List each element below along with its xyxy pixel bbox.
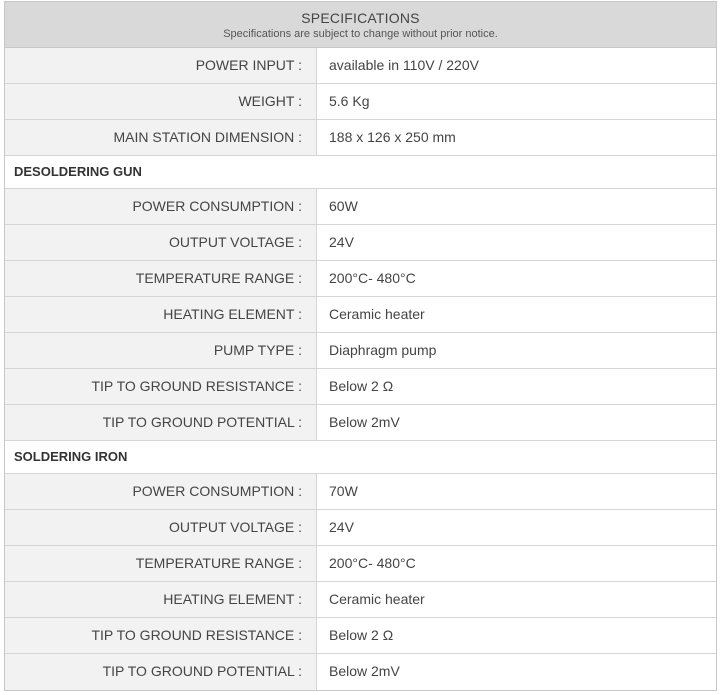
spec-value: 200°C- 480°C — [329, 555, 416, 571]
spec-value: 188 x 126 x 250 mm — [329, 129, 456, 145]
specifications-title: SPECIFICATIONS — [301, 10, 420, 26]
section-heading-soldering-iron: SOLDERING IRON — [5, 441, 716, 474]
spec-row-desoldering-pump-type: PUMP TYPE : Diaphragm pump — [5, 333, 716, 369]
spec-row-soldering-power-consumption: POWER CONSUMPTION : 70W — [5, 474, 716, 510]
spec-row-soldering-heating-element: HEATING ELEMENT : Ceramic heater — [5, 582, 716, 618]
spec-value: Ceramic heater — [329, 591, 425, 607]
spec-label: POWER CONSUMPTION : — [5, 474, 317, 509]
spec-value: 24V — [329, 234, 354, 250]
spec-value: 60W — [329, 198, 358, 214]
specifications-table: SPECIFICATIONS Specifications are subjec… — [4, 1, 717, 691]
spec-label: TIP TO GROUND POTENTIAL : — [5, 654, 317, 690]
spec-value: Below 2 Ω — [329, 627, 394, 643]
spec-label: OUTPUT VOLTAGE : — [5, 510, 317, 545]
spec-value: available in 110V / 220V — [329, 57, 479, 73]
spec-label: PUMP TYPE : — [5, 333, 317, 368]
spec-label: OUTPUT VOLTAGE : — [5, 225, 317, 260]
specifications-header: SPECIFICATIONS Specifications are subjec… — [5, 2, 716, 48]
spec-label: POWER INPUT : — [5, 48, 317, 83]
spec-label: TEMPERATURE RANGE : — [5, 546, 317, 581]
spec-value: 24V — [329, 519, 354, 535]
spec-value: 70W — [329, 483, 358, 499]
spec-value: 5.6 Kg — [329, 93, 370, 109]
spec-value: Below 2 Ω — [329, 378, 394, 394]
spec-value: Diaphragm pump — [329, 342, 437, 358]
spec-label: HEATING ELEMENT : — [5, 582, 317, 617]
spec-row-soldering-temperature-range: TEMPERATURE RANGE : 200°C- 480°C — [5, 546, 716, 582]
spec-row-soldering-tip-ground-resistance: TIP TO GROUND RESISTANCE : Below 2 Ω — [5, 618, 716, 654]
spec-label: TEMPERATURE RANGE : — [5, 261, 317, 296]
spec-label: HEATING ELEMENT : — [5, 297, 317, 332]
spec-row-desoldering-tip-ground-potential: TIP TO GROUND POTENTIAL : Below 2mV — [5, 405, 716, 441]
spec-label: TIP TO GROUND RESISTANCE : — [5, 618, 317, 653]
spec-value: Below 2mV — [329, 663, 400, 679]
spec-label: TIP TO GROUND POTENTIAL : — [5, 405, 317, 440]
spec-label: WEIGHT : — [5, 84, 317, 119]
spec-row-desoldering-tip-ground-resistance: TIP TO GROUND RESISTANCE : Below 2 Ω — [5, 369, 716, 405]
spec-row-soldering-output-voltage: OUTPUT VOLTAGE : 24V — [5, 510, 716, 546]
spec-row-soldering-tip-ground-potential: TIP TO GROUND POTENTIAL : Below 2mV — [5, 654, 716, 690]
spec-label: TIP TO GROUND RESISTANCE : — [5, 369, 317, 404]
spec-row-power-input: POWER INPUT : available in 110V / 220V — [5, 48, 716, 84]
spec-row-desoldering-temperature-range: TEMPERATURE RANGE : 200°C- 480°C — [5, 261, 716, 297]
spec-value: Below 2mV — [329, 414, 400, 430]
spec-row-desoldering-power-consumption: POWER CONSUMPTION : 60W — [5, 189, 716, 225]
spec-label: POWER CONSUMPTION : — [5, 189, 317, 224]
spec-label: MAIN STATION DIMENSION : — [5, 120, 317, 155]
section-heading-desoldering-gun: DESOLDERING GUN — [5, 156, 716, 189]
spec-row-desoldering-heating-element: HEATING ELEMENT : Ceramic heater — [5, 297, 716, 333]
spec-row-weight: WEIGHT : 5.6 Kg — [5, 84, 716, 120]
spec-value: Ceramic heater — [329, 306, 425, 322]
specifications-subtitle: Specifications are subject to change wit… — [223, 28, 498, 40]
spec-row-main-station-dimension: MAIN STATION DIMENSION : 188 x 126 x 250… — [5, 120, 716, 156]
spec-row-desoldering-output-voltage: OUTPUT VOLTAGE : 24V — [5, 225, 716, 261]
spec-value: 200°C- 480°C — [329, 270, 416, 286]
